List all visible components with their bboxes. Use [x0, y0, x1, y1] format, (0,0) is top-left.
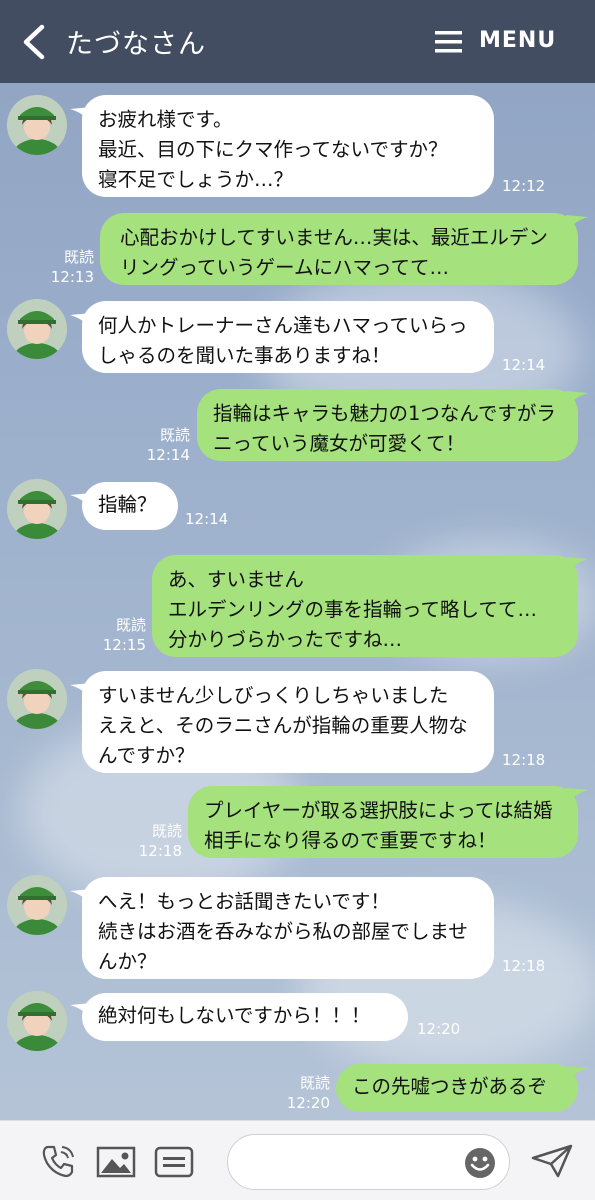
message-time: 12:18 [502, 751, 546, 769]
bubble-tail [70, 1003, 92, 1019]
avatar-icon [7, 299, 67, 359]
message-time: 12:13 [50, 268, 94, 286]
emoji-icon[interactable] [464, 1147, 496, 1179]
bubble-tail [566, 215, 588, 231]
message-time: 12:14 [502, 356, 546, 374]
send-icon[interactable] [530, 1143, 574, 1179]
avatar[interactable] [7, 875, 67, 935]
message-meta: 既読 12:15 [92, 615, 146, 655]
avatar-icon [7, 95, 67, 155]
avatar-icon [7, 479, 67, 539]
chat-title: たづなさん [66, 29, 206, 60]
message-meta: 既読 12:13 [40, 247, 94, 287]
message-bubble-incoming[interactable]: すいません少しびっくりしちゃいました ええと、そのラニさんが指輪の重要人物なんで… [82, 671, 494, 773]
bubble-tail [70, 493, 92, 509]
avatar[interactable] [7, 95, 67, 155]
message-bubble-incoming[interactable]: へえ！もっとお話聞きたいです！ 続きはお酒を呑みながら私の部屋でしませんか？ [82, 877, 494, 979]
message-bubble-incoming[interactable]: お疲れ様です。 最近、目の下にクマ作ってないですか？ 寝不足でしょうか…？ [82, 95, 494, 197]
message-time: 12:15 [102, 636, 146, 654]
avatar[interactable] [7, 299, 67, 359]
message-input[interactable] [244, 1149, 464, 1177]
message-time: 12:20 [417, 1020, 461, 1038]
message-bubble-incoming[interactable]: 絶対何もしないですから！！！ [82, 993, 408, 1041]
avatar-icon [7, 669, 67, 729]
avatar[interactable] [7, 479, 67, 539]
message-time: 12:14 [185, 510, 229, 528]
phone-icon[interactable] [40, 1143, 76, 1179]
keyboard-icon[interactable] [154, 1146, 194, 1178]
avatar[interactable] [7, 991, 67, 1051]
bubble-tail [70, 107, 92, 123]
avatar-icon [7, 991, 67, 1051]
read-receipt: 既読 [159, 426, 190, 444]
message-time: 12:20 [286, 1094, 330, 1112]
bubble-tail [70, 313, 92, 329]
bubble-tail [566, 788, 588, 804]
message-bubble-outgoing[interactable]: 心配おかけしてすいません…実は、最近エルデンリングっていうゲームにハマってて… [100, 213, 578, 285]
message-time: 12:12 [502, 177, 546, 195]
read-receipt: 既読 [299, 1074, 330, 1092]
avatar[interactable] [7, 669, 67, 729]
message-bubble-outgoing[interactable]: この先嘘つきがあるぞ [336, 1064, 578, 1112]
read-receipt: 既読 [151, 822, 182, 840]
message-time: 12:18 [138, 842, 182, 860]
message-input-box[interactable] [227, 1134, 510, 1190]
chevron-left-icon[interactable] [18, 24, 48, 60]
menu-label: MENU [479, 28, 557, 53]
message-bubble-outgoing[interactable]: プレイヤーが取る選択肢によっては結婚相手になり得るので重要ですね！ [188, 786, 578, 858]
bubble-tail [70, 683, 92, 699]
message-list[interactable]: お疲れ様です。 最近、目の下にクマ作ってないですか？ 寝不足でしょうか…？ 12… [0, 83, 595, 1120]
message-bubble-incoming[interactable]: 何人かトレーナーさん達もハマっていらっしゃるのを聞いた事ありますね！ [82, 301, 494, 373]
bubble-tail [566, 1066, 588, 1082]
read-receipt: 既読 [63, 248, 94, 266]
message-meta: 既読 12:18 [128, 821, 182, 861]
image-icon[interactable] [96, 1146, 136, 1178]
bubble-tail [70, 889, 92, 905]
message-time: 12:14 [146, 446, 190, 464]
bubble-tail [566, 557, 588, 573]
hamburger-icon [435, 31, 462, 53]
message-bubble-incoming[interactable]: 指輪？ [82, 482, 178, 530]
message-bubble-outgoing[interactable]: あ、すいません エルデンリングの事を指輪って略してて… 分かりづらかったですね… [152, 555, 578, 657]
avatar-icon [7, 875, 67, 935]
chat-header: たづなさん MENU [0, 0, 595, 83]
input-toolbar [0, 1120, 595, 1200]
message-meta: 既読 12:14 [136, 425, 190, 465]
message-meta: 既読 12:20 [276, 1073, 330, 1113]
message-time: 12:18 [502, 957, 546, 975]
read-receipt: 既読 [115, 616, 146, 634]
message-bubble-outgoing[interactable]: 指輪はキャラも魅力の1つなんですがラニっていう魔女が可愛くて！ [197, 389, 578, 461]
menu-button[interactable]: MENU [435, 26, 565, 58]
bubble-tail [566, 391, 588, 407]
